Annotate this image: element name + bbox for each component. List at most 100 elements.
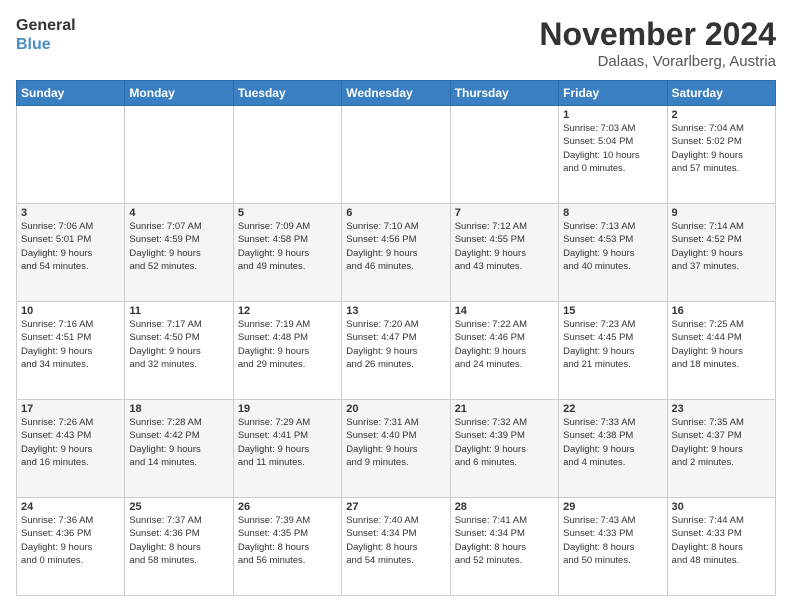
day-number: 11 <box>129 305 228 317</box>
calendar-cell: 1Sunrise: 7:03 AM Sunset: 5:04 PM Daylig… <box>559 106 667 204</box>
logo-text: General <box>16 16 76 35</box>
weekday-header-row: SundayMondayTuesdayWednesdayThursdayFrid… <box>17 81 776 106</box>
day-detail: Sunrise: 7:35 AM Sunset: 4:37 PM Dayligh… <box>672 416 771 469</box>
day-detail: Sunrise: 7:41 AM Sunset: 4:34 PM Dayligh… <box>455 514 554 567</box>
day-number: 20 <box>346 403 445 415</box>
calendar-table: SundayMondayTuesdayWednesdayThursdayFrid… <box>16 80 776 596</box>
calendar-cell: 13Sunrise: 7:20 AM Sunset: 4:47 PM Dayli… <box>342 302 450 400</box>
calendar-cell: 4Sunrise: 7:07 AM Sunset: 4:59 PM Daylig… <box>125 204 233 302</box>
page: General Blue November 2024 Dalaas, Vorar… <box>0 0 792 612</box>
day-detail: Sunrise: 7:06 AM Sunset: 5:01 PM Dayligh… <box>21 220 120 273</box>
day-number: 6 <box>346 207 445 219</box>
day-number: 15 <box>563 305 662 317</box>
calendar-cell: 11Sunrise: 7:17 AM Sunset: 4:50 PM Dayli… <box>125 302 233 400</box>
day-detail: Sunrise: 7:31 AM Sunset: 4:40 PM Dayligh… <box>346 416 445 469</box>
header: General Blue November 2024 Dalaas, Vorar… <box>16 16 776 70</box>
day-detail: Sunrise: 7:28 AM Sunset: 4:42 PM Dayligh… <box>129 416 228 469</box>
day-number: 21 <box>455 403 554 415</box>
weekday-header-thursday: Thursday <box>450 81 558 106</box>
day-detail: Sunrise: 7:40 AM Sunset: 4:34 PM Dayligh… <box>346 514 445 567</box>
calendar-cell: 19Sunrise: 7:29 AM Sunset: 4:41 PM Dayli… <box>233 400 341 498</box>
day-detail: Sunrise: 7:33 AM Sunset: 4:38 PM Dayligh… <box>563 416 662 469</box>
day-detail: Sunrise: 7:23 AM Sunset: 4:45 PM Dayligh… <box>563 318 662 371</box>
day-detail: Sunrise: 7:20 AM Sunset: 4:47 PM Dayligh… <box>346 318 445 371</box>
day-number: 19 <box>238 403 337 415</box>
weekday-header-wednesday: Wednesday <box>342 81 450 106</box>
day-number: 25 <box>129 501 228 513</box>
calendar-cell: 22Sunrise: 7:33 AM Sunset: 4:38 PM Dayli… <box>559 400 667 498</box>
calendar-week-row: 17Sunrise: 7:26 AM Sunset: 4:43 PM Dayli… <box>17 400 776 498</box>
day-number: 22 <box>563 403 662 415</box>
day-number: 26 <box>238 501 337 513</box>
day-detail: Sunrise: 7:37 AM Sunset: 4:36 PM Dayligh… <box>129 514 228 567</box>
calendar-cell: 16Sunrise: 7:25 AM Sunset: 4:44 PM Dayli… <box>667 302 775 400</box>
day-number: 27 <box>346 501 445 513</box>
day-number: 12 <box>238 305 337 317</box>
calendar-cell: 6Sunrise: 7:10 AM Sunset: 4:56 PM Daylig… <box>342 204 450 302</box>
day-number: 24 <box>21 501 120 513</box>
day-detail: Sunrise: 7:44 AM Sunset: 4:33 PM Dayligh… <box>672 514 771 567</box>
calendar-cell <box>17 106 125 204</box>
day-detail: Sunrise: 7:25 AM Sunset: 4:44 PM Dayligh… <box>672 318 771 371</box>
day-detail: Sunrise: 7:26 AM Sunset: 4:43 PM Dayligh… <box>21 416 120 469</box>
day-number: 16 <box>672 305 771 317</box>
day-detail: Sunrise: 7:09 AM Sunset: 4:58 PM Dayligh… <box>238 220 337 273</box>
calendar-cell: 3Sunrise: 7:06 AM Sunset: 5:01 PM Daylig… <box>17 204 125 302</box>
calendar-cell: 10Sunrise: 7:16 AM Sunset: 4:51 PM Dayli… <box>17 302 125 400</box>
day-detail: Sunrise: 7:14 AM Sunset: 4:52 PM Dayligh… <box>672 220 771 273</box>
calendar-cell: 28Sunrise: 7:41 AM Sunset: 4:34 PM Dayli… <box>450 498 558 596</box>
day-detail: Sunrise: 7:22 AM Sunset: 4:46 PM Dayligh… <box>455 318 554 371</box>
day-detail: Sunrise: 7:12 AM Sunset: 4:55 PM Dayligh… <box>455 220 554 273</box>
day-number: 10 <box>21 305 120 317</box>
day-number: 5 <box>238 207 337 219</box>
calendar-week-row: 10Sunrise: 7:16 AM Sunset: 4:51 PM Dayli… <box>17 302 776 400</box>
calendar-cell: 25Sunrise: 7:37 AM Sunset: 4:36 PM Dayli… <box>125 498 233 596</box>
logo: General Blue <box>16 16 76 54</box>
calendar-cell <box>233 106 341 204</box>
calendar-week-row: 24Sunrise: 7:36 AM Sunset: 4:36 PM Dayli… <box>17 498 776 596</box>
calendar-cell: 29Sunrise: 7:43 AM Sunset: 4:33 PM Dayli… <box>559 498 667 596</box>
weekday-header-monday: Monday <box>125 81 233 106</box>
day-detail: Sunrise: 7:13 AM Sunset: 4:53 PM Dayligh… <box>563 220 662 273</box>
calendar-cell: 26Sunrise: 7:39 AM Sunset: 4:35 PM Dayli… <box>233 498 341 596</box>
day-number: 7 <box>455 207 554 219</box>
day-number: 9 <box>672 207 771 219</box>
calendar-cell <box>450 106 558 204</box>
location: Dalaas, Vorarlberg, Austria <box>539 53 776 70</box>
logo-text-blue: Blue <box>16 35 76 54</box>
weekday-header-saturday: Saturday <box>667 81 775 106</box>
day-number: 8 <box>563 207 662 219</box>
day-detail: Sunrise: 7:29 AM Sunset: 4:41 PM Dayligh… <box>238 416 337 469</box>
calendar-cell: 2Sunrise: 7:04 AM Sunset: 5:02 PM Daylig… <box>667 106 775 204</box>
calendar-cell: 23Sunrise: 7:35 AM Sunset: 4:37 PM Dayli… <box>667 400 775 498</box>
calendar-cell <box>125 106 233 204</box>
day-number: 28 <box>455 501 554 513</box>
day-detail: Sunrise: 7:19 AM Sunset: 4:48 PM Dayligh… <box>238 318 337 371</box>
weekday-header-tuesday: Tuesday <box>233 81 341 106</box>
calendar-cell: 24Sunrise: 7:36 AM Sunset: 4:36 PM Dayli… <box>17 498 125 596</box>
day-detail: Sunrise: 7:43 AM Sunset: 4:33 PM Dayligh… <box>563 514 662 567</box>
weekday-header-friday: Friday <box>559 81 667 106</box>
calendar-cell: 27Sunrise: 7:40 AM Sunset: 4:34 PM Dayli… <box>342 498 450 596</box>
calendar-cell: 14Sunrise: 7:22 AM Sunset: 4:46 PM Dayli… <box>450 302 558 400</box>
day-number: 23 <box>672 403 771 415</box>
calendar-cell: 18Sunrise: 7:28 AM Sunset: 4:42 PM Dayli… <box>125 400 233 498</box>
day-number: 2 <box>672 109 771 121</box>
day-number: 30 <box>672 501 771 513</box>
calendar-cell: 7Sunrise: 7:12 AM Sunset: 4:55 PM Daylig… <box>450 204 558 302</box>
calendar-cell: 21Sunrise: 7:32 AM Sunset: 4:39 PM Dayli… <box>450 400 558 498</box>
day-detail: Sunrise: 7:03 AM Sunset: 5:04 PM Dayligh… <box>563 122 662 175</box>
calendar-cell: 30Sunrise: 7:44 AM Sunset: 4:33 PM Dayli… <box>667 498 775 596</box>
calendar-cell: 20Sunrise: 7:31 AM Sunset: 4:40 PM Dayli… <box>342 400 450 498</box>
title-area: November 2024 Dalaas, Vorarlberg, Austri… <box>539 16 776 70</box>
weekday-header-sunday: Sunday <box>17 81 125 106</box>
calendar-cell: 5Sunrise: 7:09 AM Sunset: 4:58 PM Daylig… <box>233 204 341 302</box>
month-title: November 2024 <box>539 16 776 53</box>
calendar-cell: 17Sunrise: 7:26 AM Sunset: 4:43 PM Dayli… <box>17 400 125 498</box>
calendar-cell: 8Sunrise: 7:13 AM Sunset: 4:53 PM Daylig… <box>559 204 667 302</box>
day-detail: Sunrise: 7:07 AM Sunset: 4:59 PM Dayligh… <box>129 220 228 273</box>
calendar-week-row: 1Sunrise: 7:03 AM Sunset: 5:04 PM Daylig… <box>17 106 776 204</box>
day-detail: Sunrise: 7:10 AM Sunset: 4:56 PM Dayligh… <box>346 220 445 273</box>
day-number: 29 <box>563 501 662 513</box>
calendar-cell <box>342 106 450 204</box>
